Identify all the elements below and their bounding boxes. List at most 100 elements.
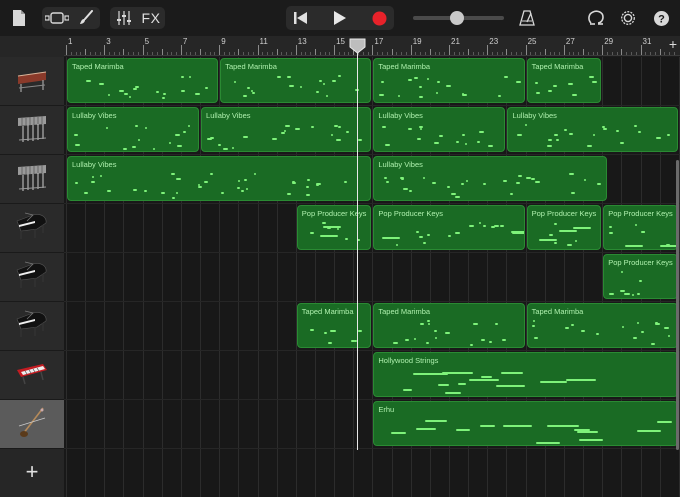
- midi-note: [570, 323, 575, 326]
- region[interactable]: Lullaby Vibes: [507, 107, 678, 152]
- midi-note: [83, 191, 88, 194]
- midi-note: [407, 78, 413, 81]
- metronome-button[interactable]: [517, 8, 537, 28]
- timeline-ruler[interactable]: + 1 3 5 7 9 11 13 15 17 19 21 23 25 27 29 31: [64, 36, 680, 56]
- region-label: Taped Marimba: [72, 62, 124, 71]
- settings-button[interactable]: [618, 8, 638, 28]
- region[interactable]: Pop Producer Keys: [603, 205, 678, 250]
- region[interactable]: Taped Marimba: [526, 58, 602, 103]
- region[interactable]: Erhu: [373, 401, 678, 446]
- track-header[interactable]: [0, 106, 64, 155]
- fx-button[interactable]: FX: [138, 8, 164, 28]
- midi-note: [445, 331, 450, 334]
- tracks-view-button[interactable]: [44, 8, 70, 28]
- region[interactable]: Lullaby Vibes: [201, 107, 372, 152]
- midi-note: [456, 428, 471, 431]
- region[interactable]: Lullaby Vibes: [67, 107, 200, 152]
- track-header[interactable]: [0, 204, 64, 253]
- region[interactable]: Hollywood Strings: [373, 352, 678, 397]
- midi-note: [434, 337, 438, 340]
- track-header[interactable]: [0, 302, 64, 351]
- midi-note: [534, 82, 538, 85]
- play-icon: [334, 11, 346, 25]
- ruler-subtick: [324, 52, 326, 55]
- help-button[interactable]: ?: [651, 8, 671, 28]
- midi-note: [476, 141, 480, 144]
- ruler-tick: [410, 45, 412, 55]
- ruler-subtick: [214, 52, 216, 55]
- midi-note: [345, 130, 350, 133]
- region[interactable]: Lullaby Vibes: [67, 156, 372, 201]
- midi-note: [427, 234, 430, 237]
- midi-note: [503, 179, 507, 182]
- region[interactable]: Pop Producer Keys: [526, 205, 602, 250]
- track-header[interactable]: [0, 400, 64, 449]
- midi-note: [272, 137, 277, 140]
- ruler-subtick: [70, 52, 72, 55]
- midi-note: [210, 173, 214, 176]
- track-header[interactable]: [0, 57, 64, 106]
- region[interactable]: Pop Producer Keys: [296, 205, 372, 250]
- loop-browser-button[interactable]: [585, 8, 607, 28]
- midi-note: [609, 231, 613, 234]
- midi-note: [592, 81, 597, 84]
- midi-note: [587, 145, 593, 148]
- ruler-tick: [583, 49, 585, 55]
- my-songs-button[interactable]: [10, 8, 28, 28]
- region[interactable]: Taped Marimba: [220, 58, 372, 103]
- region[interactable]: Lullaby Vibes: [373, 156, 607, 201]
- region[interactable]: Pop Producer Keys: [373, 205, 525, 250]
- region[interactable]: Taped Marimba: [526, 303, 678, 348]
- region[interactable]: Taped Marimba: [296, 303, 372, 348]
- region-label: Pop Producer Keys: [378, 209, 444, 218]
- midi-note: [345, 238, 349, 241]
- ruler-subtick: [133, 52, 135, 55]
- midi-note: [496, 384, 526, 387]
- playhead-handle[interactable]: [349, 38, 366, 54]
- region[interactable]: Lullaby Vibes: [373, 107, 506, 152]
- track-header[interactable]: [0, 155, 64, 204]
- region[interactable]: Taped Marimba: [373, 58, 525, 103]
- midi-note: [432, 182, 437, 185]
- tracks-area[interactable]: Taped Marimba Taped Marimba Taped Marimba T…: [64, 57, 680, 497]
- midi-note: [603, 127, 607, 130]
- ruler-subtick: [75, 52, 77, 55]
- midi-note: [107, 94, 111, 97]
- midi-note: [637, 322, 640, 325]
- midi-note: [554, 134, 559, 137]
- document-icon: [13, 10, 25, 26]
- record-button[interactable]: [368, 8, 390, 28]
- midi-note: [667, 133, 671, 136]
- go-to-beginning-button[interactable]: [290, 8, 312, 28]
- ruler-tick: [449, 45, 450, 55]
- midi-note: [336, 138, 341, 141]
- add-section-button[interactable]: +: [669, 37, 677, 51]
- skip-back-icon: [294, 12, 307, 24]
- master-volume-slider[interactable]: [413, 11, 504, 25]
- mixer-button[interactable]: [114, 8, 134, 28]
- ruler-tick: [391, 49, 393, 55]
- instrument-view-button[interactable]: [74, 8, 98, 28]
- midi-note: [436, 91, 439, 94]
- ruler-subtick: [425, 52, 427, 55]
- vertical-scrollbar[interactable]: [676, 160, 679, 450]
- midi-note: [163, 92, 167, 95]
- volume-knob[interactable]: [449, 11, 464, 25]
- midi-note: [425, 419, 448, 422]
- track-header[interactable]: [0, 253, 64, 302]
- region[interactable]: Pop Producer Keys: [603, 254, 678, 299]
- track-header[interactable]: [0, 351, 64, 400]
- region[interactable]: Taped Marimba: [67, 58, 219, 103]
- midi-note: [634, 223, 637, 226]
- midi-note: [417, 137, 421, 140]
- ruler-tick: [621, 49, 623, 55]
- midi-note: [570, 191, 575, 194]
- midi-note: [500, 224, 505, 227]
- midi-note: [578, 439, 604, 442]
- record-icon: [372, 11, 386, 25]
- midi-note: [295, 127, 300, 130]
- region[interactable]: Taped Marimba: [373, 303, 525, 348]
- midi-note: [357, 139, 363, 142]
- add-track-button[interactable]: +: [0, 447, 64, 497]
- play-button[interactable]: [329, 8, 351, 28]
